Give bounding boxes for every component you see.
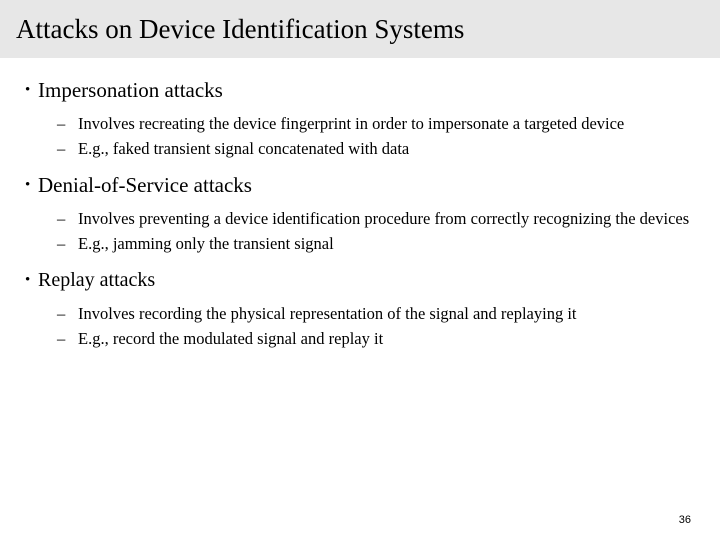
page-number: 36 bbox=[678, 514, 691, 526]
sub-bullet-replay-2: – E.g., record the modulated signal and … bbox=[0, 326, 720, 351]
sub-bullet-dos-2: – E.g., jamming only the transient signa… bbox=[0, 231, 720, 256]
bullet-replay-attacks: • Replay attacks bbox=[0, 266, 720, 294]
page-title: Attacks on Device Identification Systems bbox=[16, 14, 465, 44]
sub-bullet-impersonation-2: – E.g., faked transient signal concatena… bbox=[0, 136, 720, 161]
dash-marker-icon: – bbox=[57, 139, 66, 158]
bullet-impersonation-attacks: • Impersonation attacks bbox=[0, 76, 720, 104]
bullet-group-denial-of-service: • Denial-of-Service attacks – Involves p… bbox=[0, 161, 720, 256]
sub-bullet-text: E.g., faked transient signal concatenate… bbox=[78, 139, 410, 158]
bullet-marker-icon: • bbox=[25, 177, 31, 193]
dash-marker-icon: – bbox=[57, 329, 66, 348]
sub-bullet-impersonation-1: – Involves recreating the device fingerp… bbox=[0, 111, 720, 136]
bullet-label: Impersonation attacks bbox=[38, 78, 223, 102]
bullet-label: Replay attacks bbox=[38, 269, 156, 291]
dash-marker-icon: – bbox=[57, 304, 66, 323]
sub-bullet-text: Involves recreating the device fingerpri… bbox=[78, 114, 625, 133]
sub-bullet-text: Involves preventing a device identificat… bbox=[78, 209, 690, 228]
bullet-group-replay: • Replay attacks – Involves recording th… bbox=[0, 256, 720, 351]
bullet-marker-icon: • bbox=[25, 272, 31, 288]
sub-bullet-text: E.g., record the modulated signal and re… bbox=[78, 329, 384, 348]
dash-marker-icon: – bbox=[57, 209, 66, 228]
slide-body: • Impersonation attacks – Involves recre… bbox=[0, 58, 720, 540]
slide: Attacks on Device Identification Systems… bbox=[0, 0, 720, 540]
sub-bullet-dos-1: – Involves preventing a device identific… bbox=[0, 206, 720, 231]
bullet-marker-icon: • bbox=[25, 82, 31, 98]
sub-bullet-text: Involves recording the physical represen… bbox=[78, 304, 577, 323]
dash-marker-icon: – bbox=[57, 234, 66, 253]
bullet-label: Denial-of-Service attacks bbox=[38, 173, 252, 197]
dash-marker-icon: – bbox=[57, 114, 66, 133]
bullet-denial-of-service-attacks: • Denial-of-Service attacks bbox=[0, 171, 720, 199]
sub-bullet-text: E.g., jamming only the transient signal bbox=[78, 234, 334, 253]
sub-bullet-replay-1: – Involves recording the physical repres… bbox=[0, 301, 720, 326]
bullet-group-impersonation: • Impersonation attacks – Involves recre… bbox=[0, 58, 720, 161]
